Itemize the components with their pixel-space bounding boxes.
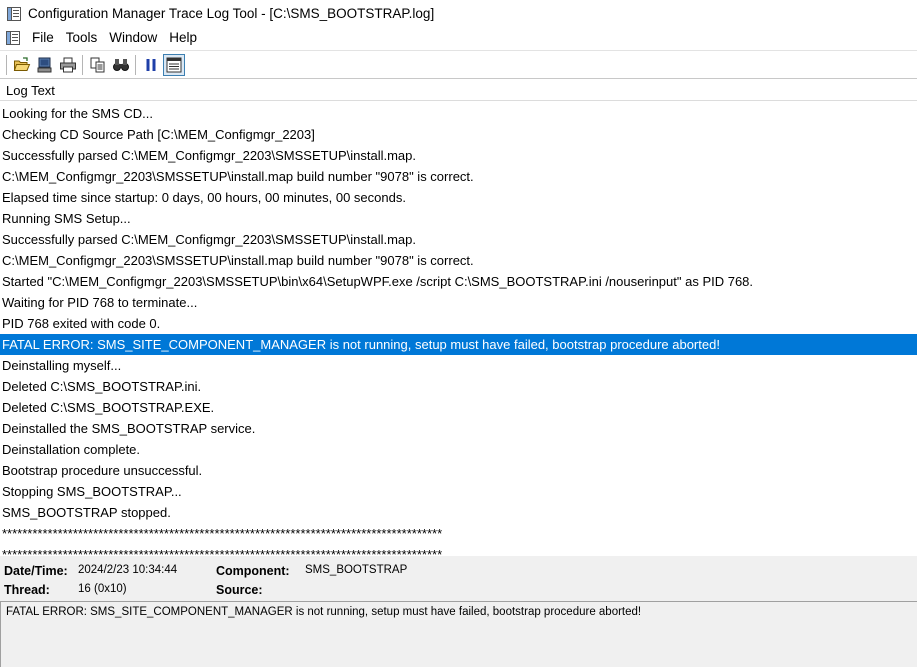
log-row[interactable]: Checking CD Source Path [C:\MEM_Configmg… xyxy=(0,124,917,145)
log-row[interactable]: Deleted C:\SMS_BOOTSTRAP.ini. xyxy=(0,376,917,397)
pause-icon xyxy=(146,58,156,71)
toolbar-separator xyxy=(6,54,7,75)
document-menu-icon[interactable] xyxy=(5,30,21,46)
find-button[interactable] xyxy=(110,54,132,76)
log-row[interactable]: Successfully parsed C:\MEM_Configmgr_220… xyxy=(0,229,917,250)
window-title: Configuration Manager Trace Log Tool - [… xyxy=(28,6,435,21)
log-row[interactable]: Deleted C:\SMS_BOOTSTRAP.EXE. xyxy=(0,397,917,418)
menu-bar: File Tools Window Help xyxy=(0,27,917,49)
log-row[interactable]: Successfully parsed C:\MEM_Configmgr_220… xyxy=(0,145,917,166)
log-row[interactable]: C:\MEM_Configmgr_2203\SMSSETUP\install.m… xyxy=(0,166,917,187)
log-row[interactable]: Running SMS Setup... xyxy=(0,208,917,229)
pause-button[interactable] xyxy=(140,54,162,76)
log-row[interactable]: ****************************************… xyxy=(0,544,917,556)
log-row[interactable]: PID 768 exited with code 0. xyxy=(0,313,917,334)
column-header-label: Log Text xyxy=(6,83,55,98)
menu-file[interactable]: File xyxy=(26,27,60,49)
open-folder-icon xyxy=(13,56,31,71)
toolbar-separator xyxy=(82,54,83,75)
print-icon xyxy=(60,57,76,72)
copy-icon xyxy=(90,57,105,72)
copy-button[interactable] xyxy=(87,54,109,76)
log-row[interactable]: Waiting for PID 768 to terminate... xyxy=(0,292,917,313)
component-value: SMS_BOOTSTRAP xyxy=(305,564,408,576)
app-log-icon xyxy=(7,6,21,21)
datetime-label: Date/Time: xyxy=(4,564,68,578)
log-row[interactable]: Stopping SMS_BOOTSTRAP... xyxy=(0,481,917,502)
details-pane-button[interactable] xyxy=(163,53,185,76)
thread-value: 16 (0x10) xyxy=(78,583,127,595)
print-button[interactable] xyxy=(57,54,79,76)
log-row[interactable]: Deinstalled the SMS_BOOTSTRAP service. xyxy=(0,418,917,439)
log-row[interactable]: C:\MEM_Configmgr_2203\SMSSETUP\install.m… xyxy=(0,250,917,271)
log-row[interactable]: Elapsed time since startup: 0 days, 00 h… xyxy=(0,187,917,208)
details-pane: Date/Time: 2024/2/23 10:34:44 Component:… xyxy=(0,556,917,601)
open-button[interactable] xyxy=(11,54,33,76)
log-entries-list[interactable]: Looking for the SMS CD... Checking CD Sou… xyxy=(0,103,917,556)
log-row[interactable]: Looking for the SMS CD... xyxy=(0,103,917,124)
log-text-column-header[interactable]: Log Text xyxy=(0,78,917,101)
message-text: FATAL ERROR: SMS_SITE_COMPONENT_MANAGER … xyxy=(6,606,642,618)
toolbar-separator xyxy=(135,54,136,75)
menu-help[interactable]: Help xyxy=(163,27,203,49)
log-row[interactable]: Started "C:\MEM_Configmgr_2203\SMSSETUP\… xyxy=(0,271,917,292)
message-text-box[interactable]: FATAL ERROR: SMS_SITE_COMPONENT_MANAGER … xyxy=(0,601,917,667)
menu-window[interactable]: Window xyxy=(103,27,163,49)
menu-tools[interactable]: Tools xyxy=(60,27,104,49)
log-row[interactable]: ****************************************… xyxy=(0,523,917,544)
log-row[interactable]: Deinstallation complete. xyxy=(0,439,917,460)
title-bar[interactable]: Configuration Manager Trace Log Tool - [… xyxy=(0,0,917,27)
log-row-selected[interactable]: FATAL ERROR: SMS_SITE_COMPONENT_MANAGER … xyxy=(0,334,917,355)
log-row[interactable]: SMS_BOOTSTRAP stopped. xyxy=(0,502,917,523)
component-label: Component: xyxy=(216,564,290,578)
log-row[interactable]: Bootstrap procedure unsuccessful. xyxy=(0,460,917,481)
source-label: Source: xyxy=(216,583,263,597)
datetime-value: 2024/2/23 10:34:44 xyxy=(78,564,178,576)
log-row[interactable]: Deinstalling myself... xyxy=(0,355,917,376)
details-pane-icon xyxy=(166,57,182,72)
thread-label: Thread: xyxy=(4,583,50,597)
open-remote-icon xyxy=(37,57,52,72)
open-remote-button[interactable] xyxy=(34,54,56,76)
cmtrace-window: Configuration Manager Trace Log Tool - [… xyxy=(0,0,917,667)
toolbar xyxy=(0,50,917,78)
find-icon xyxy=(113,58,129,71)
